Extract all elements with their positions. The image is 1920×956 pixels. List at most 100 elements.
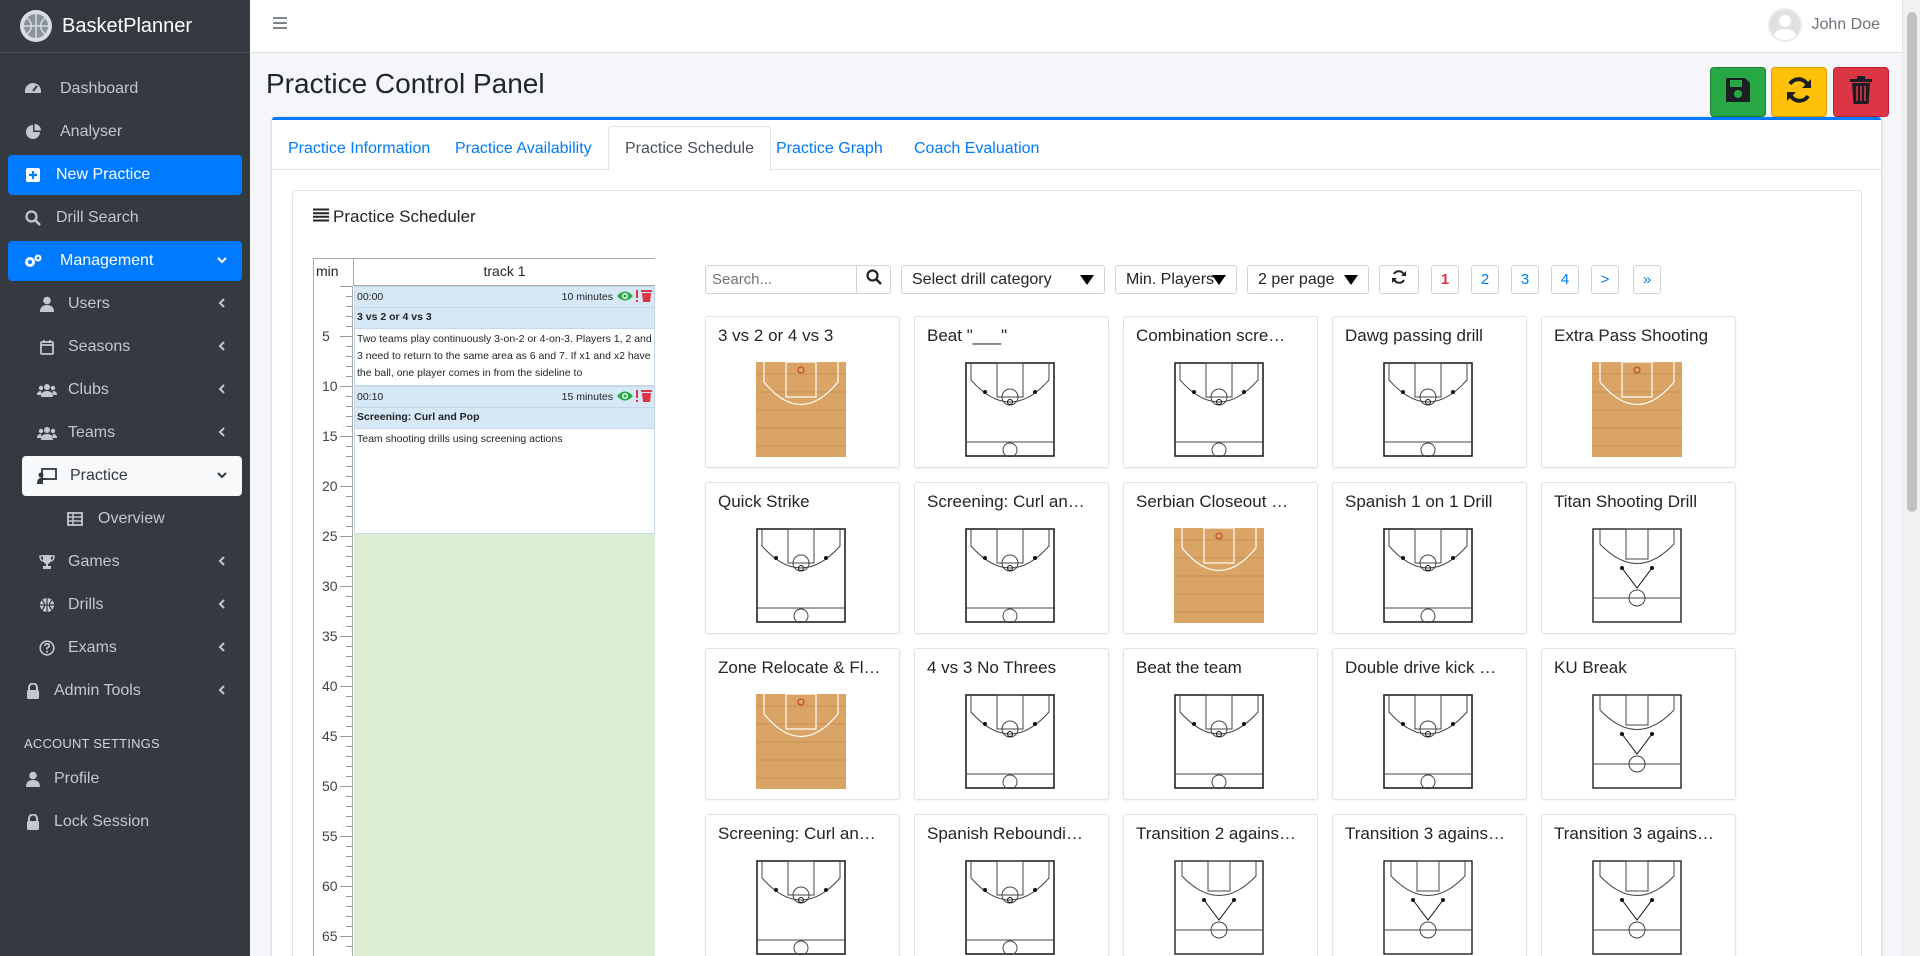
drill-card[interactable]: Quick Strike [705,482,900,634]
sidebar-item-analyser[interactable]: Analyser [8,112,242,152]
tab-practice-information[interactable]: Practice Information [272,126,446,171]
sidebar-item-new-practice[interactable]: New Practice [8,155,242,195]
drill-card[interactable]: Beat the team [1123,648,1318,800]
search-input[interactable]: Search... [705,265,857,294]
sidebar-item-label: Admin Tools [54,682,141,699]
scheduler-header: min track 1 [313,258,655,286]
sidebar-item-exams[interactable]: Exams [22,628,242,668]
drill-card[interactable]: Transition 3 agains… [1541,814,1736,956]
page-4-button[interactable]: 4 [1551,265,1579,294]
ruler-tick [346,746,352,747]
delete-button[interactable] [1833,67,1889,117]
drill-card[interactable]: Screening: Curl an… [914,482,1109,634]
ruler-tick [346,696,352,697]
sidebar-item-clubs[interactable]: Clubs [22,370,242,410]
ruler-tick [346,376,352,377]
ruler-tick [346,416,352,417]
drill-diagram-thumbnail [1592,694,1682,789]
sync-button[interactable] [1771,67,1827,117]
exclamation-icon[interactable] [635,389,639,405]
drill-card[interactable]: Combination scre… [1123,316,1318,468]
per-page-select[interactable]: 2 per page [1247,265,1369,294]
min-players-select[interactable]: Min. Players [1115,265,1237,294]
trash-icon[interactable] [641,389,652,405]
sidebar-item-label: Clubs [68,381,109,398]
eye-icon[interactable] [617,290,633,305]
schedule-block[interactable]: 00:00 10 minutes 3 vs 2 or 4 vs 3 Two te… [354,286,655,386]
brand[interactable]: BasketPlanner [0,0,250,53]
refresh-button[interactable] [1379,265,1419,294]
drill-card[interactable]: Serbian Closeout … [1123,482,1318,634]
drill-card[interactable]: Dawg passing drill [1332,316,1527,468]
tab-practice-graph[interactable]: Practice Graph [760,126,899,171]
track-1[interactable]: 00:00 10 minutes 3 vs 2 or 4 vs 3 Two te… [354,286,655,956]
sidebar-item-dashboard[interactable]: Dashboard [8,69,242,109]
chevron-left-icon [216,554,228,572]
next-page-button[interactable]: > [1591,265,1619,294]
chevron-left-icon [216,339,228,357]
ruler-tick [346,726,352,727]
users-icon [34,426,60,440]
ruler-tick [346,766,352,767]
page-1-button[interactable]: 1 [1431,265,1459,294]
sidebar-item-management[interactable]: Management [8,241,242,281]
tab-practice-schedule[interactable]: Practice Schedule [608,126,771,171]
ruler-tick [346,566,352,567]
exclamation-icon[interactable] [635,289,639,305]
ruler-tick [346,656,352,657]
last-page-button[interactable]: » [1633,265,1661,294]
ruler-tick [346,316,352,317]
tab-practice-availability[interactable]: Practice Availability [439,126,608,171]
drill-title: 3 vs 2 or 4 vs 3 [718,326,834,345]
drill-card[interactable]: Spanish Reboundi… [914,814,1109,956]
hamburger-menu-icon[interactable] [272,16,288,35]
sidebar-item-practice[interactable]: Practice [22,456,242,496]
page-2-button[interactable]: 2 [1471,265,1499,294]
practice-submenu: Overview [22,499,242,539]
sidebar-item-drill-search[interactable]: Drill Search [8,198,242,238]
search-button[interactable] [857,265,891,294]
drill-diagram-thumbnail [965,860,1055,956]
sidebar-item-profile[interactable]: Profile [8,759,242,799]
sidebar-item-admin-tools[interactable]: Admin Tools [8,671,242,711]
sidebar-item-drills[interactable]: Drills [22,585,242,625]
drill-card[interactable]: Titan Shooting Drill [1541,482,1736,634]
ruler-tick [346,396,352,397]
caret-down-icon [1344,275,1358,285]
eye-icon[interactable] [617,390,633,405]
tab-coach-evaluation[interactable]: Coach Evaluation [898,126,1055,171]
ruler-tick [346,496,352,497]
ruler-tick [346,466,352,467]
ruler-tick [340,436,352,437]
sidebar-item-games[interactable]: Games [22,542,242,582]
sidebar-item-users[interactable]: Users [22,284,242,324]
drill-card[interactable]: Double drive kick … [1332,648,1527,800]
drill-card[interactable]: Transition 3 agains… [1332,814,1527,956]
sidebar-item-overview[interactable]: Overview [50,499,242,539]
search-icon [20,210,46,226]
drill-card[interactable]: Beat "___" [914,316,1109,468]
page-3-button[interactable]: 3 [1511,265,1539,294]
drill-card[interactable]: Zone Relocate & Fl… [705,648,900,800]
drill-card[interactable]: Transition 2 agains… [1123,814,1318,956]
schedule-block[interactable]: 00:10 15 minutes Screening: Curl and Pop… [354,386,655,534]
user-menu[interactable]: John Doe [1767,8,1880,42]
ruler-label: 45 [322,728,338,744]
drill-card[interactable]: KU Break [1541,648,1736,800]
ruler-tick [346,806,352,807]
drill-card[interactable]: Screening: Curl an… [705,814,900,956]
scheduler-title: Practice Scheduler [313,207,476,227]
save-button[interactable] [1710,67,1766,117]
sidebar-item-teams[interactable]: Teams [22,413,242,453]
drill-card[interactable]: 4 vs 3 No Threes [914,648,1109,800]
drill-card[interactable]: 3 vs 2 or 4 vs 3 [705,316,900,468]
drill-card[interactable]: Extra Pass Shooting [1541,316,1736,468]
page-scrollbar[interactable] [1902,0,1920,956]
trash-icon[interactable] [641,289,652,305]
sidebar-item-seasons[interactable]: Seasons [22,327,242,367]
category-select[interactable]: Select drill category [901,265,1105,294]
drill-card[interactable]: Spanish 1 on 1 Drill [1332,482,1527,634]
scrollbar-thumb[interactable] [1907,12,1917,512]
ruler-label: 60 [322,878,338,894]
sidebar-item-lock-session[interactable]: Lock Session [8,802,242,842]
